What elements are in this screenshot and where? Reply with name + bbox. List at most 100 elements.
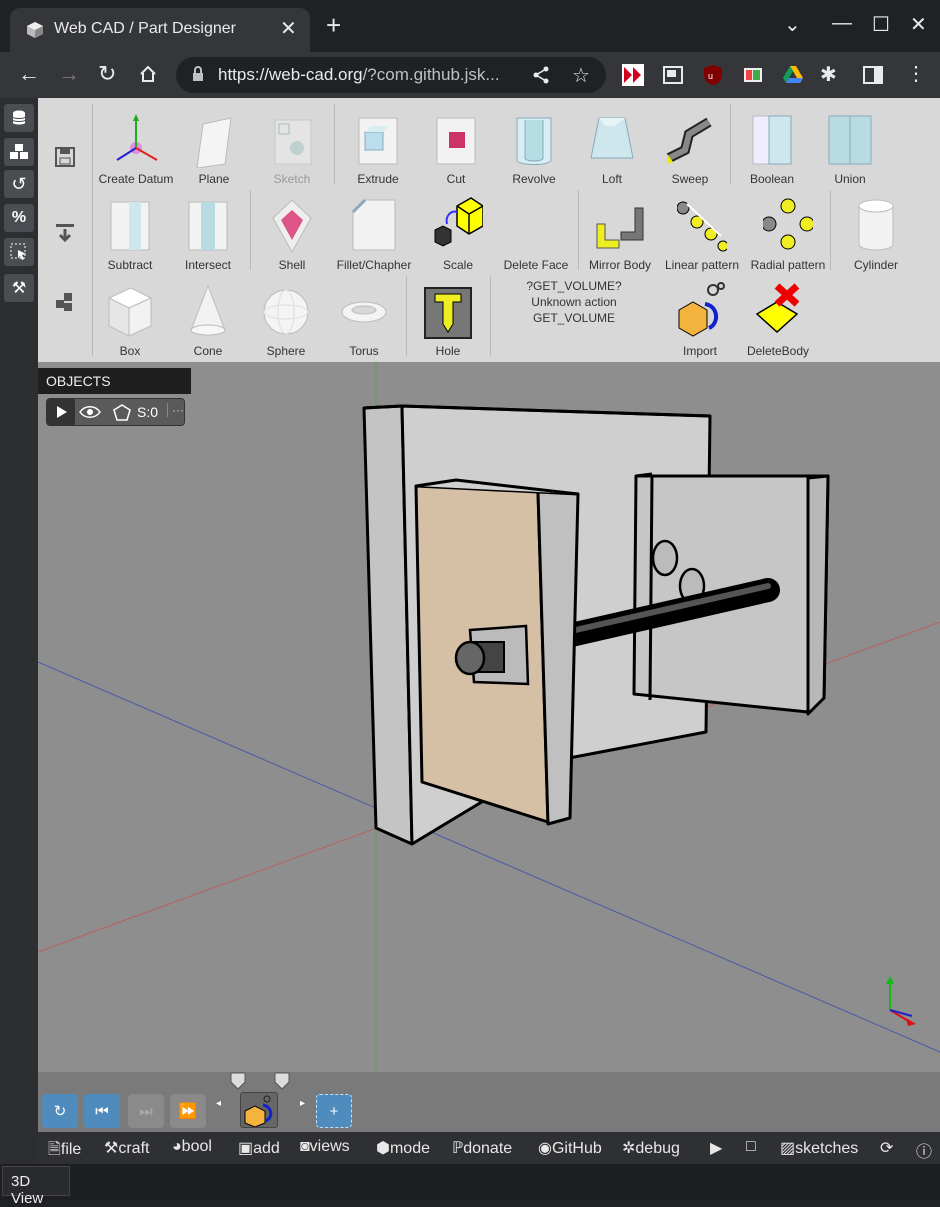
google-drive-icon[interactable] bbox=[782, 64, 804, 86]
minimize-icon[interactable]: — bbox=[832, 12, 852, 35]
address-bar[interactable]: https://web-cad.org/?com.github.jsk... ☆ bbox=[176, 57, 606, 93]
torus-button[interactable]: Torus bbox=[324, 276, 404, 360]
timeline-marker-icon[interactable] bbox=[274, 1072, 290, 1090]
debug-menu[interactable]: ✲debug bbox=[622, 1138, 680, 1158]
home-icon[interactable] bbox=[138, 64, 158, 84]
radial-pattern-button[interactable]: Radial pattern bbox=[748, 190, 828, 274]
more-options-button[interactable]: ··· bbox=[167, 403, 184, 417]
sketches-menu[interactable]: ▨sketches bbox=[780, 1138, 858, 1158]
fast-forward-button[interactable]: ⏩ bbox=[170, 1094, 206, 1128]
orientation-gizmo bbox=[886, 976, 916, 1026]
extension-red-arrows-icon[interactable] bbox=[622, 64, 644, 86]
delete-face-button[interactable]: Delete Face bbox=[496, 190, 576, 274]
mirror-body-icon bbox=[596, 207, 644, 249]
fillet-chamfer-button[interactable]: Fillet/Chapher bbox=[334, 190, 414, 274]
intersect-button[interactable]: Intersect bbox=[168, 190, 248, 274]
tools-icon[interactable]: ⚒ bbox=[4, 274, 34, 302]
timeline-left-arrow-icon[interactable]: ◂ bbox=[216, 1098, 221, 1109]
3d-view-tab[interactable]: 3D View bbox=[2, 1166, 70, 1207]
rewind-start-button[interactable]: ⏮ bbox=[84, 1094, 120, 1128]
linear-pattern-icon bbox=[677, 201, 727, 252]
volume-error-message: ?GET_VOLUME? Unknown action GET_VOLUME bbox=[494, 278, 654, 326]
cubes-icon[interactable] bbox=[4, 138, 34, 166]
cube-icon: ▣ bbox=[238, 1140, 254, 1157]
history-icon[interactable]: ↺ bbox=[4, 170, 34, 198]
views-menu[interactable]: ◙views bbox=[300, 1138, 350, 1156]
new-tab-button[interactable]: + bbox=[326, 12, 341, 38]
github-menu[interactable]: ◉GitHub bbox=[538, 1138, 602, 1158]
fast-forward-icon: ⏩ bbox=[178, 1103, 198, 1120]
extensions-puzzle-icon[interactable]: ✱ bbox=[820, 62, 837, 87]
scale-icon bbox=[434, 197, 483, 247]
plus-icon: + bbox=[329, 1102, 339, 1120]
3d-viewport[interactable]: OBJECTS S:0 ··· bbox=[38, 362, 940, 1072]
more-vert-icon[interactable]: ⋮ bbox=[906, 61, 926, 86]
file-menu[interactable]: 🗎file bbox=[48, 1138, 81, 1165]
eye-icon[interactable] bbox=[79, 404, 101, 420]
square-outline-icon[interactable]: □ bbox=[746, 1138, 756, 1156]
subtract-icon bbox=[110, 201, 150, 251]
add-history-button[interactable]: + bbox=[316, 1094, 352, 1128]
mirror-body-button[interactable]: Mirror Body bbox=[580, 190, 660, 274]
forward-arrow-icon[interactable]: → bbox=[58, 62, 80, 86]
browser-toolbar: ← → ↻ https://web-cad.org/?com.github.js… bbox=[0, 52, 940, 98]
database-icon[interactable] bbox=[4, 104, 34, 132]
selection-cursor-icon[interactable] bbox=[4, 238, 34, 266]
window-close-icon[interactable]: ✕ bbox=[910, 12, 927, 37]
sweep-button[interactable]: Sweep bbox=[650, 104, 730, 188]
import-history-icon bbox=[244, 1095, 273, 1128]
cubes-stack-icon[interactable] bbox=[52, 288, 78, 314]
import-history-item[interactable] bbox=[240, 1092, 278, 1128]
cube-favicon-icon bbox=[27, 22, 43, 38]
ublock-shield-icon[interactable]: u bbox=[702, 64, 724, 86]
delete-body-label: DeleteBody bbox=[746, 344, 810, 358]
side-panel-icon[interactable] bbox=[862, 64, 884, 86]
craft-menu[interactable]: ⚒craft bbox=[104, 1138, 149, 1158]
percent-icon[interactable]: % bbox=[4, 204, 34, 232]
color-picker-extension-icon[interactable] bbox=[742, 64, 764, 86]
sync-icon[interactable]: ⟳ bbox=[880, 1138, 893, 1158]
shell-icon bbox=[272, 199, 312, 254]
sphere-icon bbox=[263, 289, 309, 335]
shape-polygon-icon[interactable] bbox=[113, 404, 131, 422]
browser-tab[interactable]: Web CAD / Part Designer ✕ bbox=[10, 8, 310, 52]
scene-canvas[interactable] bbox=[38, 362, 940, 1072]
video-camera-icon[interactable]: ▶ bbox=[710, 1138, 722, 1158]
bool-menu[interactable]: ◕bool bbox=[172, 1138, 212, 1156]
hole-button[interactable]: Hole bbox=[408, 276, 488, 360]
refresh-icon: ↻ bbox=[53, 1103, 67, 1120]
url-text: https://web-cad.org/?com.github.jsk... bbox=[218, 65, 500, 84]
rebuild-button[interactable]: ↻ bbox=[42, 1094, 78, 1128]
tab-search-chevron-icon[interactable]: ⌄ bbox=[784, 12, 801, 37]
import-arrow-icon[interactable] bbox=[52, 218, 78, 244]
add-menu[interactable]: ▣add bbox=[238, 1138, 280, 1158]
tab-close-icon[interactable]: ✕ bbox=[280, 16, 297, 41]
cylinder-button[interactable]: Cylinder bbox=[836, 190, 916, 274]
mode-menu[interactable]: ⬢mode bbox=[376, 1138, 430, 1158]
linear-pattern-button[interactable]: Linear pattern bbox=[662, 190, 742, 274]
shell-button[interactable]: Shell bbox=[252, 190, 332, 274]
history-timeline: ↻ ⏮ ⏭ ⏩ ◂ ▸ + bbox=[38, 1072, 940, 1132]
share-icon[interactable] bbox=[532, 66, 550, 84]
union-button[interactable]: Union bbox=[810, 104, 890, 188]
step-forward-button[interactable]: ⏭ bbox=[128, 1094, 164, 1128]
timeline-right-arrow-icon[interactable]: ▸ bbox=[300, 1098, 305, 1109]
back-arrow-icon[interactable]: ← bbox=[18, 62, 40, 86]
cylinder-label: Cylinder bbox=[853, 258, 898, 272]
play-button[interactable] bbox=[47, 399, 75, 425]
bookmark-star-icon[interactable]: ☆ bbox=[572, 63, 590, 88]
union-label: Union bbox=[834, 172, 866, 186]
sweep-icon bbox=[666, 117, 712, 164]
info-icon[interactable]: ⓘ bbox=[916, 1138, 932, 1162]
reload-icon[interactable]: ↻ bbox=[98, 62, 116, 86]
picture-in-picture-icon[interactable] bbox=[662, 64, 684, 86]
save-icon[interactable] bbox=[52, 144, 78, 170]
maximize-icon[interactable]: ☐ bbox=[872, 12, 890, 37]
cone-icon bbox=[190, 284, 226, 336]
box-icon bbox=[107, 287, 153, 337]
timeline-marker-icon[interactable] bbox=[230, 1072, 246, 1090]
skip-start-icon: ⏮ bbox=[95, 1102, 109, 1120]
donate-menu[interactable]: ℙdonate bbox=[452, 1138, 512, 1158]
delete-body-button[interactable]: DeleteBody bbox=[738, 276, 818, 360]
sketch-button[interactable]: Sketch bbox=[252, 104, 332, 188]
